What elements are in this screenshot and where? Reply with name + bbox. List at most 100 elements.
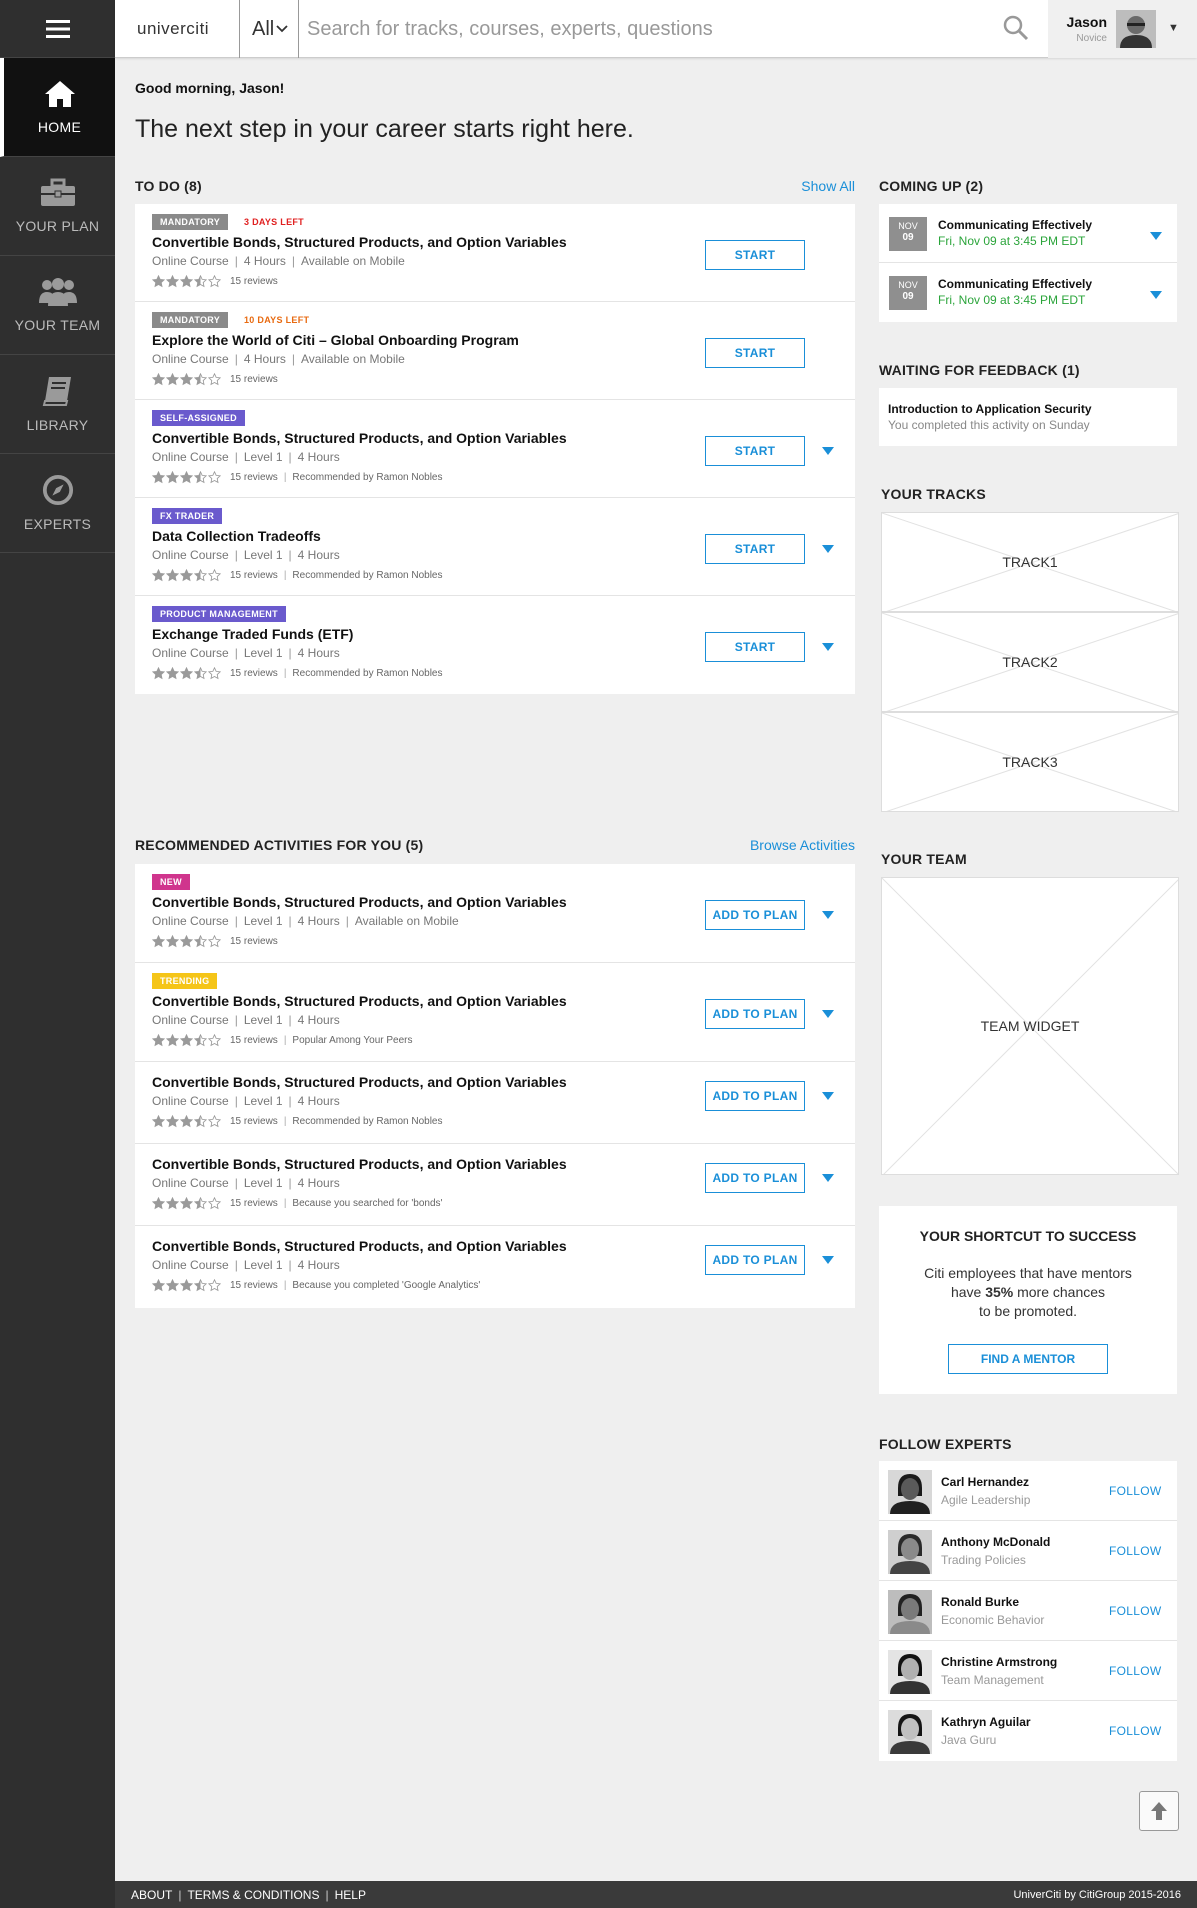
- sidebar-item-home[interactable]: HOME: [0, 58, 115, 157]
- user-menu[interactable]: Jason Novice ▼: [1048, 0, 1197, 58]
- recommended-card[interactable]: TRENDING Convertible Bonds, Structured Pr…: [135, 963, 855, 1062]
- recommended-card[interactable]: Convertible Bonds, Structured Products, …: [135, 1062, 855, 1144]
- start-button[interactable]: START: [705, 534, 805, 564]
- footer-link[interactable]: HELP: [335, 1888, 366, 1902]
- star-icon: [194, 373, 207, 386]
- track-widget[interactable]: TRACK2: [881, 612, 1179, 712]
- footer-link[interactable]: ABOUT: [131, 1888, 172, 1902]
- add-to-plan-button[interactable]: ADD TO PLAN: [705, 1245, 805, 1275]
- start-button[interactable]: START: [705, 436, 805, 466]
- star-icon: [152, 1197, 165, 1210]
- meta-separator: |: [283, 1035, 287, 1046]
- team-widget[interactable]: TEAM WIDGET: [881, 877, 1179, 1175]
- sidebar-item-label: YOUR PLAN: [15, 218, 100, 234]
- start-button[interactable]: START: [705, 338, 805, 368]
- show-all-link[interactable]: Show All: [801, 178, 855, 194]
- expand-caret-icon[interactable]: [1149, 290, 1163, 300]
- follow-button[interactable]: FOLLOW: [1109, 1604, 1161, 1618]
- coming-up-panel: NOV 09 Communicating Effectively Fri, Nov 0…: [879, 204, 1177, 322]
- event-row[interactable]: NOV 09 Communicating Effectively Fri, Nov 0…: [879, 263, 1177, 322]
- expand-caret-icon[interactable]: [821, 1091, 835, 1101]
- expand-caret-icon[interactable]: [821, 642, 835, 652]
- activity-title[interactable]: Convertible Bonds, Structured Products, …: [152, 234, 567, 250]
- activity-title[interactable]: Convertible Bonds, Structured Products, …: [152, 993, 567, 1009]
- meta-item: Level 1: [243, 1013, 283, 1027]
- expert-name[interactable]: Anthony McDonald: [941, 1535, 1050, 1549]
- activity-title[interactable]: Convertible Bonds, Structured Products, …: [152, 1238, 567, 1254]
- greeting: Good morning, Jason!: [135, 80, 285, 96]
- sidebar-item-your-plan[interactable]: YOUR PLAN: [0, 157, 115, 256]
- activity-title[interactable]: Convertible Bonds, Structured Products, …: [152, 1074, 567, 1090]
- expand-caret-icon[interactable]: [821, 446, 835, 456]
- track-widget[interactable]: TRACK1: [881, 512, 1179, 612]
- start-button[interactable]: START: [705, 240, 805, 270]
- star-rating: [152, 275, 222, 288]
- sidebar-item-your-team[interactable]: YOUR TEAM: [0, 256, 115, 355]
- review-count: 15 reviews: [230, 1116, 278, 1127]
- expert-name[interactable]: Carl Hernandez: [941, 1475, 1029, 1489]
- star-icon: [152, 935, 165, 948]
- todo-card[interactable]: FX TRADER Data Collection Tradeoffs Online…: [135, 498, 855, 596]
- sidebar-item-label: YOUR TEAM: [14, 317, 101, 333]
- todo-card[interactable]: PRODUCT MANAGEMENT Exchange Traded Funds …: [135, 596, 855, 694]
- promo-line: more chances: [1013, 1284, 1106, 1300]
- footer-link[interactable]: TERMS & CONDITIONS: [187, 1888, 319, 1902]
- menu-button[interactable]: [0, 0, 115, 58]
- expand-caret-icon[interactable]: [821, 1255, 835, 1265]
- start-button[interactable]: START: [705, 632, 805, 662]
- activity-meta: Online Course | Level 1 | 4 Hours: [152, 1258, 340, 1272]
- activity-title[interactable]: Convertible Bonds, Structured Products, …: [152, 430, 567, 446]
- follow-button[interactable]: FOLLOW: [1109, 1664, 1161, 1678]
- add-to-plan-button[interactable]: ADD TO PLAN: [705, 1163, 805, 1193]
- add-to-plan-button[interactable]: ADD TO PLAN: [705, 999, 805, 1029]
- meta-item: 4 Hours: [297, 450, 340, 464]
- search-input[interactable]: [307, 10, 987, 48]
- add-to-plan-button[interactable]: ADD TO PLAN: [705, 900, 805, 930]
- scope-select-value: All: [252, 17, 275, 40]
- star-icon: [152, 1279, 165, 1292]
- top-header: univerciti All Jason Novice ▼: [115, 0, 1197, 58]
- meta-item: Online Course: [152, 450, 229, 464]
- todo-card[interactable]: MANDATORY 10 DAYS LEFT Explore the World o…: [135, 302, 855, 400]
- expand-caret-icon[interactable]: [821, 1173, 835, 1183]
- todo-card[interactable]: SELF-ASSIGNED Convertible Bonds, Structur…: [135, 400, 855, 498]
- star-icon: [180, 1279, 193, 1292]
- recommended-card[interactable]: NEW Convertible Bonds, Structured Product…: [135, 864, 855, 963]
- activity-title[interactable]: Convertible Bonds, Structured Products, …: [152, 1156, 567, 1172]
- scroll-to-top-button[interactable]: [1139, 1791, 1179, 1831]
- follow-button[interactable]: FOLLOW: [1109, 1724, 1161, 1738]
- expert-name[interactable]: Ronald Burke: [941, 1595, 1019, 1609]
- activity-title[interactable]: Exchange Traded Funds (ETF): [152, 626, 353, 642]
- meta-separator: |: [288, 1094, 292, 1108]
- sidebar-item-library[interactable]: LIBRARY: [0, 355, 115, 454]
- find-mentor-button[interactable]: FIND A MENTOR: [948, 1344, 1108, 1374]
- expert-name[interactable]: Kathryn Aguilar: [941, 1715, 1031, 1729]
- star-icon: [208, 1197, 221, 1210]
- expert-name[interactable]: Christine Armstrong: [941, 1655, 1057, 1669]
- add-to-plan-button[interactable]: ADD TO PLAN: [705, 1081, 805, 1111]
- expand-caret-icon[interactable]: [821, 544, 835, 554]
- search-icon[interactable]: [1003, 15, 1029, 41]
- scope-select[interactable]: All: [239, 0, 299, 58]
- track-widget[interactable]: TRACK3: [881, 712, 1179, 812]
- expand-caret-icon[interactable]: [821, 910, 835, 920]
- expert-row: Carl Hernandez Agile Leadership FOLLOW: [879, 1461, 1177, 1521]
- recommended-card[interactable]: Convertible Bonds, Structured Products, …: [135, 1144, 855, 1226]
- activity-title[interactable]: Data Collection Tradeoffs: [152, 528, 321, 544]
- todo-card[interactable]: MANDATORY 3 DAYS LEFT Convertible Bonds, S…: [135, 204, 855, 302]
- event-time: Fri, Nov 09 at 3:45 PM EDT: [938, 293, 1086, 307]
- meta-item: 4 Hours: [297, 1258, 340, 1272]
- recommended-card[interactable]: Convertible Bonds, Structured Products, …: [135, 1226, 855, 1308]
- event-row[interactable]: NOV 09 Communicating Effectively Fri, Nov 0…: [879, 204, 1177, 263]
- follow-button[interactable]: FOLLOW: [1109, 1544, 1161, 1558]
- follow-button[interactable]: FOLLOW: [1109, 1484, 1161, 1498]
- expand-caret-icon[interactable]: [1149, 231, 1163, 241]
- browse-activities-link[interactable]: Browse Activities: [750, 837, 855, 853]
- feedback-item[interactable]: Introduction to Application Security You…: [879, 388, 1177, 446]
- expand-caret-icon[interactable]: [821, 1009, 835, 1019]
- meta-separator: |: [234, 548, 238, 562]
- activity-title[interactable]: Explore the World of Citi – Global Onboa…: [152, 332, 519, 348]
- star-icon: [166, 569, 179, 582]
- sidebar-item-experts[interactable]: EXPERTS: [0, 454, 115, 553]
- activity-title[interactable]: Convertible Bonds, Structured Products, …: [152, 894, 567, 910]
